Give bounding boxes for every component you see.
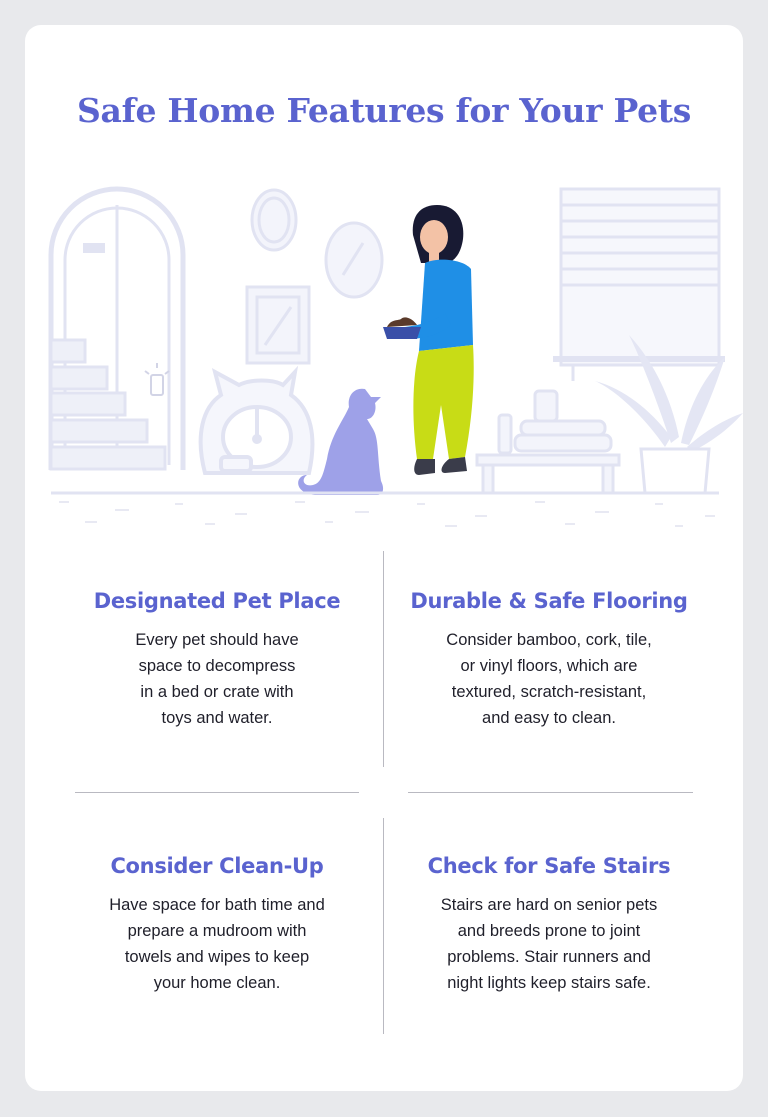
divider-horizontal-right <box>408 792 693 793</box>
feature-heading: Durable & Safe Flooring <box>410 589 688 613</box>
feature-heading: Consider Clean-Up <box>110 854 324 878</box>
feature-heading: Designated Pet Place <box>93 589 341 613</box>
stairs-icon <box>49 338 167 471</box>
divider-vertical-top <box>383 551 384 767</box>
home-illustration <box>48 186 743 527</box>
floor <box>51 491 719 527</box>
feature-body: Have space for bath time and prepare a m… <box>109 896 325 992</box>
feature-body: Consider bamboo, cork, tile, or vinyl fl… <box>446 631 652 727</box>
pet-bed-icon <box>198 365 315 475</box>
person-icon <box>398 205 474 475</box>
feature-body: Stairs are hard on senior pets and breed… <box>440 896 658 992</box>
feature-durable-safe-flooring: Durable & Safe Flooring Consider bamboo,… <box>399 589 699 731</box>
light-switch-icon <box>144 363 170 396</box>
feature-designated-pet-place: Designated Pet Place Every pet should ha… <box>67 589 367 731</box>
infographic-card: Safe Home Features for Your Pets Designa… <box>25 25 743 1091</box>
divider-horizontal-left <box>75 792 359 793</box>
feature-body: Every pet should have space to decompres… <box>135 631 299 727</box>
page-title: Safe Home Features for Your Pets <box>77 91 691 130</box>
divider-vertical-bottom <box>383 818 384 1034</box>
mirror-icon <box>250 188 384 299</box>
feature-check-for-safe-stairs: Check for Safe Stairs Stairs are hard on… <box>399 854 699 996</box>
bench-icon <box>475 389 621 495</box>
feature-consider-clean-up: Consider Clean-Up Have space for bath ti… <box>67 854 367 996</box>
picture-frame-icon <box>245 285 311 365</box>
feature-heading: Check for Safe Stairs <box>427 854 671 878</box>
food-bowl-icon <box>383 317 421 339</box>
